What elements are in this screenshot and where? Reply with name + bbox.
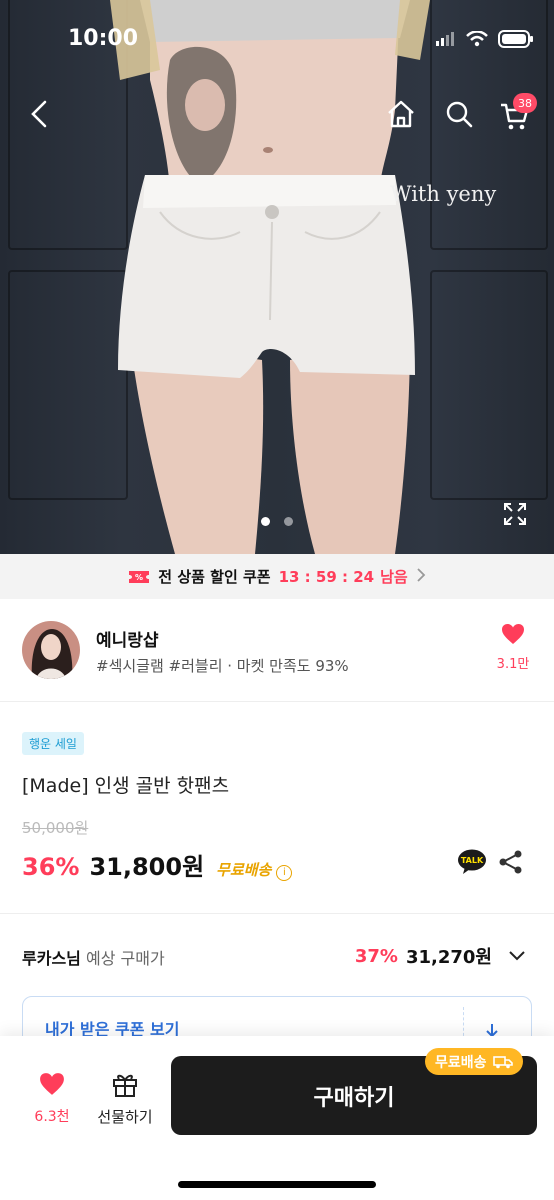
coupon-timer: 13 : 59 : 24 (278, 567, 375, 586)
free-shipping-tag: 무료배송 (425, 1048, 523, 1075)
section-divider (0, 913, 554, 914)
wifi-icon (466, 31, 488, 47)
talk-label: TALK (461, 856, 484, 865)
product-photo (110, 0, 430, 554)
product-image-carousel[interactable]: With yeny 10:00 38 (0, 0, 554, 554)
shop-avatar[interactable] (22, 621, 80, 679)
watermark-text: With yeny (390, 182, 497, 206)
original-price: 50,000원 (22, 819, 89, 837)
chevron-down-icon (509, 951, 525, 961)
gift-label: 선물하기 (97, 1108, 153, 1126)
home-icon (388, 100, 414, 128)
home-button[interactable] (379, 92, 423, 136)
chevron-right-icon (416, 567, 426, 587)
product-title: [Made] 인생 골반 핫팬츠 (22, 775, 230, 797)
free-shipping-tag-label: 무료배송 (435, 1054, 487, 1071)
wishlist-count: 6.3천 (34, 1109, 70, 1125)
estimated-discount: 37% (354, 945, 398, 967)
coupon-timer-suffix: 남음 (380, 568, 408, 586)
discount-rate: 36% (22, 853, 80, 881)
gift-button[interactable]: 선물하기 (92, 1070, 158, 1127)
carousel-dots (0, 517, 554, 526)
gift-icon (113, 1074, 137, 1097)
sale-price: 31,800원 (89, 853, 205, 881)
home-indicator (178, 1181, 376, 1188)
coupon-banner-label: 전 상품 할인 쿠폰 (158, 568, 271, 586)
shop-tags: #섹시글램 #러블리 · 마켓 만족도 93% (96, 657, 349, 675)
shop-like-button[interactable]: 3.1만 (493, 623, 533, 672)
heart-icon (502, 624, 524, 644)
battery-icon (498, 30, 533, 48)
price-row: 36% 31,800원 무료배송 i (22, 847, 293, 882)
estimated-price-label: 루카스님 예상 구매가 (22, 945, 165, 969)
bottom-action-bar: 6.3천 선물하기 구매하기 무료배송 (0, 1036, 554, 1200)
user-name: 루카스님 (22, 949, 81, 968)
kakao-talk-icon[interactable]: TALK (457, 849, 487, 875)
signal-icon (436, 32, 454, 46)
search-button[interactable] (437, 92, 481, 136)
shop-info-row[interactable]: 예니랑샵 #섹시글램 #러블리 · 마켓 만족도 93% 3.1만 (0, 599, 554, 702)
search-icon (446, 101, 473, 128)
carousel-dot-active (261, 517, 270, 526)
status-time: 10:00 (68, 26, 139, 51)
chevron-left-icon (31, 100, 47, 128)
svg-text:%: % (135, 573, 143, 582)
estimated-price: 31,270원 (405, 947, 492, 968)
coupon-timer-banner[interactable]: % 전 상품 할인 쿠폰 13 : 59 : 24 남음 (0, 554, 554, 599)
avatar-image (22, 621, 80, 679)
coupon-icon: % (129, 570, 150, 583)
shop-name[interactable]: 예니랑샵 (96, 626, 159, 651)
share-icon[interactable] (498, 849, 524, 875)
info-icon[interactable]: i (276, 864, 293, 881)
truck-icon (492, 1055, 513, 1068)
cart-count-badge: 38 (513, 93, 537, 113)
back-button[interactable] (17, 92, 61, 136)
estimated-price-toggle[interactable]: 37% 31,270원 (355, 943, 526, 969)
sale-badge: 행운 세일 (22, 732, 84, 755)
heart-icon (40, 1073, 64, 1095)
free-shipping-label: 무료배송 (216, 861, 272, 879)
status-icons (436, 30, 534, 48)
carousel-dot (284, 517, 293, 526)
expand-icon[interactable] (503, 502, 527, 526)
wishlist-button[interactable]: 6.3천 (30, 1072, 74, 1126)
estimate-label: 예상 구매가 (85, 949, 165, 968)
shop-like-count: 3.1만 (496, 657, 530, 672)
